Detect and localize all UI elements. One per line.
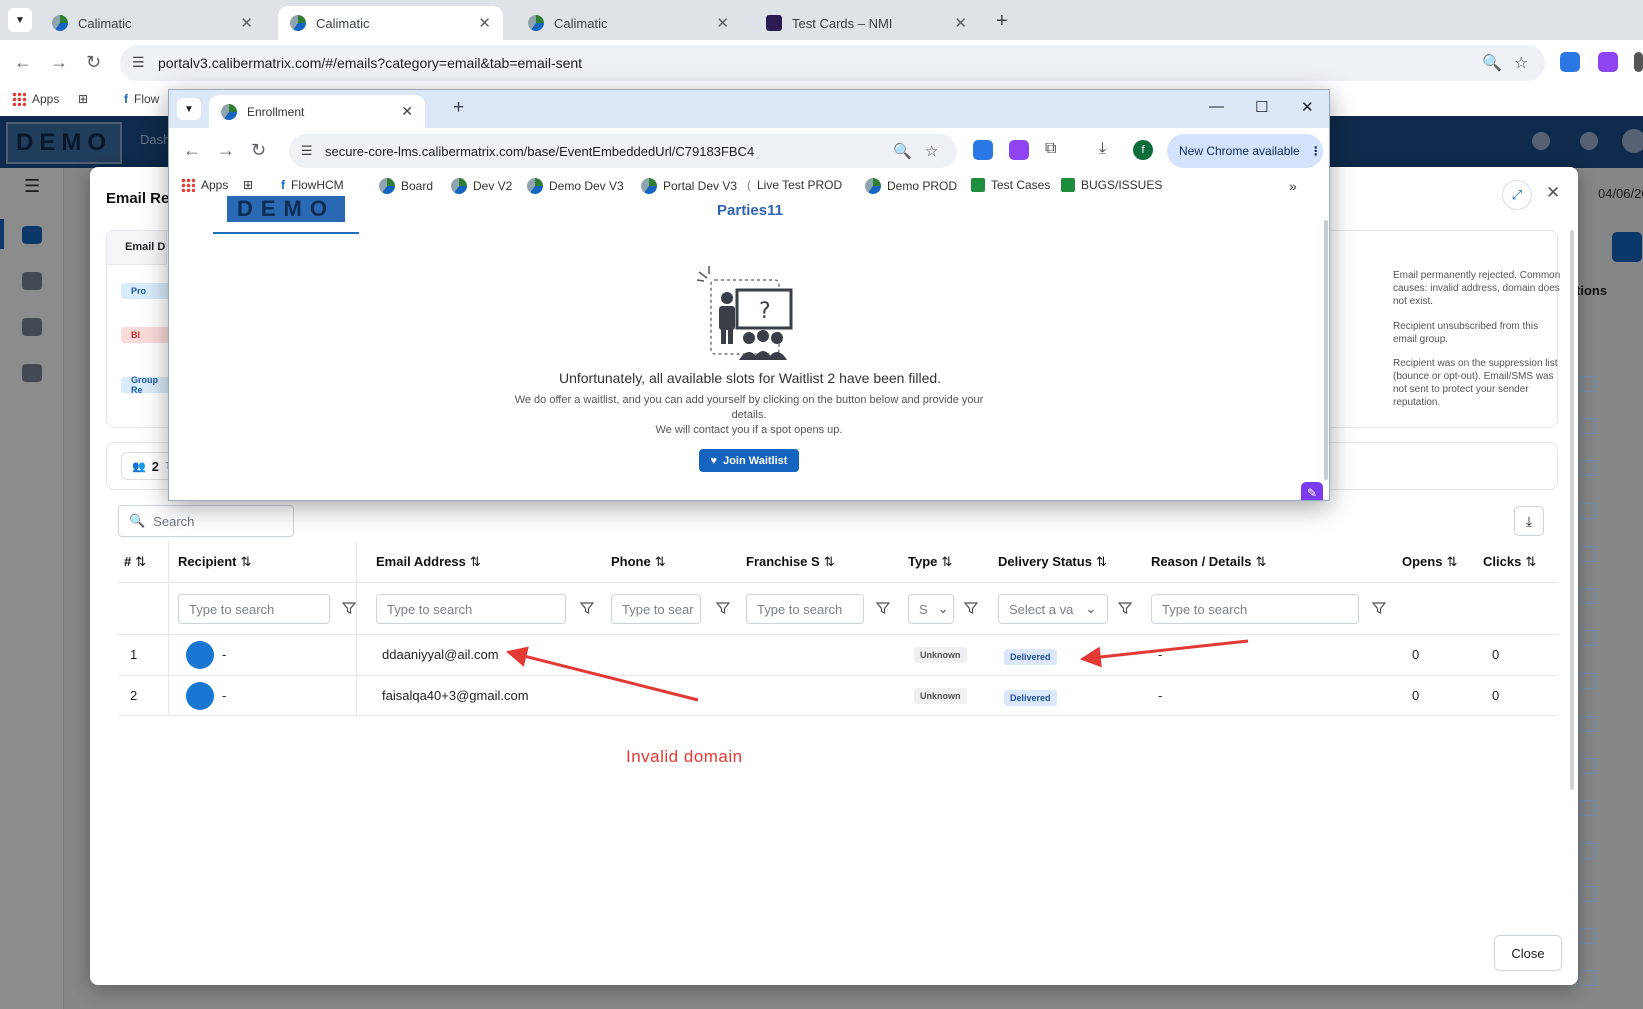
bookmark-flowhcm[interactable]: f FlowHCM (281, 178, 344, 192)
popup-address-bar[interactable]: ☰ secure-core-lms.calibermatrix.com/base… (289, 134, 957, 168)
popup-toolbar: ← → ↻ ☰ secure-core-lms.calibermatrix.co… (169, 128, 1329, 174)
tab-search-dropdown[interactable]: ▼ (177, 98, 201, 120)
sheets-icon (971, 178, 985, 192)
enrollment-popup-window: ▼ Enrollment ✕ + — ☐ ✕ ← → ↻ ☰ secure-co… (168, 89, 1330, 501)
close-icon[interactable]: ✕ (401, 103, 413, 120)
popup-scrollbar[interactable] (1324, 220, 1328, 480)
waitlist-full-illustration-icon: ? (697, 266, 793, 360)
zoom-icon[interactable]: 🔍 (893, 142, 912, 160)
popup-tab-enrollment[interactable]: Enrollment ✕ (209, 95, 425, 128)
edit-icon[interactable]: ✎ (1301, 482, 1323, 500)
tab-groups-icon[interactable]: ⊞ (243, 178, 253, 192)
bookmark-live-test-prod[interactable]: (Live Test PROD (747, 178, 842, 192)
bookmark-apps[interactable]: Apps (181, 178, 228, 192)
bookmark-demo-prod[interactable]: Demo PROD (865, 178, 957, 194)
calimatic-favicon-icon (527, 178, 543, 194)
forward-arrow-icon[interactable]: → (217, 140, 235, 161)
join-waitlist-button[interactable]: ♥ Join Waitlist (699, 449, 799, 472)
svg-text:?: ? (759, 299, 771, 324)
popup-url: secure-core-lms.calibermatrix.com/base/E… (325, 143, 755, 159)
new-tab-icon[interactable]: + (453, 97, 464, 119)
extension-icon[interactable] (1009, 140, 1029, 160)
calimatic-favicon-icon (379, 178, 395, 194)
site-settings-icon[interactable]: ☰ (301, 143, 313, 159)
bookmark-demo-dev-v3[interactable]: Demo Dev V3 (527, 178, 624, 194)
calimatic-favicon-icon (451, 178, 467, 194)
bookmark-test-cases[interactable]: Test Cases (971, 178, 1050, 192)
download-icon[interactable]: ⤓ (1099, 140, 1106, 158)
annotation-arrow (1079, 639, 1249, 668)
extension-icon[interactable] (973, 140, 993, 160)
profile-avatar[interactable]: f (1133, 140, 1153, 160)
bookmark-dev-v2[interactable]: Dev V2 (451, 178, 512, 194)
sheets-icon (1061, 178, 1075, 192)
bookmark-star-icon[interactable]: ☆ (925, 142, 938, 160)
popup-page-content: DEMO Parties11 ? Unfortunately, all avai… (169, 196, 1329, 500)
apps-grid-icon (181, 178, 195, 192)
window-close-icon[interactable]: ✕ (1301, 98, 1314, 116)
more-vert-icon[interactable]: ⋮ (1310, 144, 1322, 158)
calimatic-favicon-icon (865, 178, 881, 194)
calimatic-favicon-icon (221, 103, 237, 120)
popup-tabstrip: ▼ Enrollment ✕ + — ☐ ✕ (169, 90, 1329, 128)
extensions-puzzle-icon[interactable]: ⧉ (1045, 140, 1056, 158)
slots-filled-message: Unfortunately, all available slots for W… (558, 370, 942, 386)
maximize-icon[interactable]: ☐ (1255, 98, 1268, 116)
new-chrome-available-button[interactable]: New Chrome available ⋮ (1167, 134, 1323, 168)
bookmark-portal-dev-v3[interactable]: Portal Dev V3 (641, 178, 737, 194)
bookmark-board[interactable]: Board (379, 178, 433, 194)
annotation-label: Invalid domain (626, 747, 743, 766)
tab-title: Enrollment (247, 104, 305, 119)
calimatic-favicon-icon (641, 178, 657, 194)
heart-icon: ♥ (710, 454, 718, 467)
more-bookmarks-icon[interactable]: » (1289, 178, 1297, 194)
annotation-arrow (505, 646, 699, 702)
flow-icon: f (281, 178, 285, 192)
event-title: Parties11 (717, 202, 783, 219)
back-arrow-icon[interactable]: ← (183, 140, 201, 161)
minimize-icon[interactable]: — (1209, 98, 1224, 115)
bookmark-bugs-issues[interactable]: BUGS/ISSUES (1061, 178, 1162, 192)
reload-icon[interactable]: ↻ (251, 140, 266, 161)
waitlist-description: We do offer a waitlist, and you can add … (514, 394, 984, 436)
